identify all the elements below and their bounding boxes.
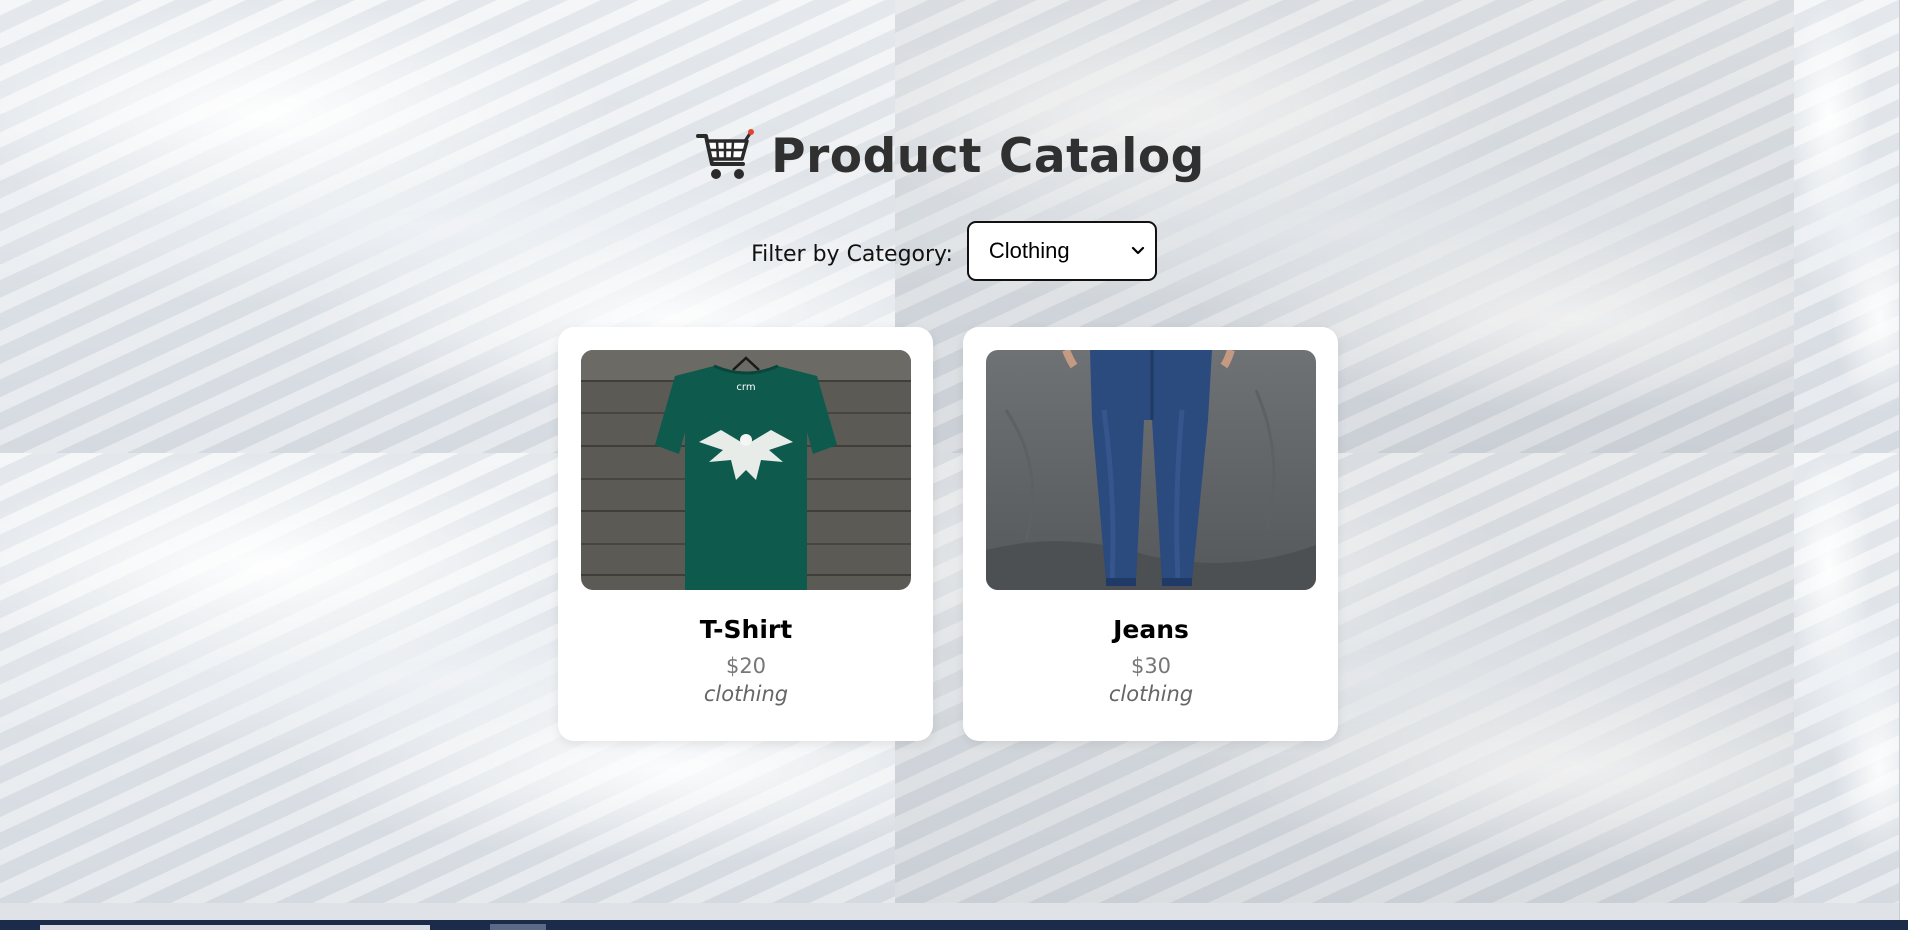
product-category: clothing — [703, 682, 789, 706]
product-card[interactable]: crm T-Shirt $20 clothing — [558, 327, 933, 741]
filter-label: Filter by Category: — [751, 241, 953, 267]
page-viewport: Product Catalog Filter by Category: Clot… — [0, 0, 1908, 930]
page-header: Product Catalog — [0, 128, 1908, 184]
taskbar-item[interactable] — [40, 925, 430, 930]
product-name: T-Shirt — [699, 615, 793, 644]
product-card[interactable]: Jeans $30 clothing — [963, 327, 1338, 741]
taskbar-item[interactable] — [490, 924, 546, 930]
product-grid: crm T-Shirt $20 clothing Jeans $30 cloth… — [558, 327, 1338, 741]
product-name: Jeans — [1113, 615, 1189, 644]
chevron-down-icon — [1131, 246, 1144, 255]
category-select-value: Clothing — [988, 238, 1070, 263]
product-image-jeans — [986, 350, 1316, 590]
product-category: clothing — [1108, 682, 1194, 706]
page-title: Product Catalog — [771, 128, 1205, 184]
product-image-tshirt: crm — [581, 350, 911, 590]
product-price: $20 — [725, 654, 767, 678]
product-price: $30 — [1130, 654, 1172, 678]
category-filter: Filter by Category: Clothing — [0, 221, 1908, 281]
tshirt-logo-text: crm — [736, 382, 755, 393]
category-select[interactable]: Clothing — [966, 221, 1157, 281]
shopping-cart-icon — [696, 129, 755, 179]
main-content: Product Catalog Filter by Category: Clot… — [0, 0, 1908, 930]
